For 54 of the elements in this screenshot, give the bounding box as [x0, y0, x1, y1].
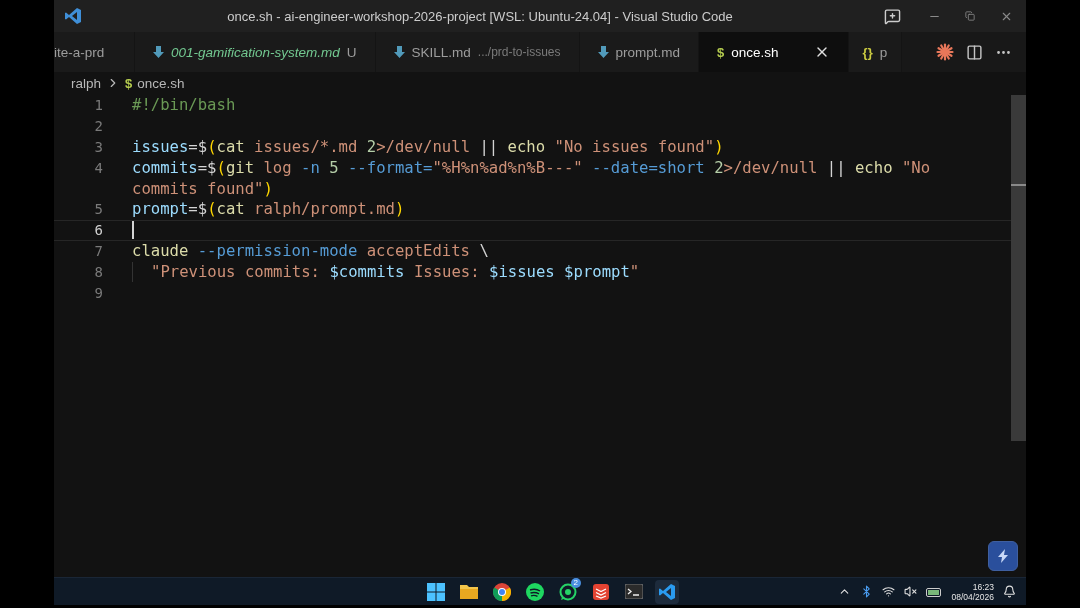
- taskbar-app[interactable]: [654, 579, 679, 604]
- editor-tab[interactable]: $ once.sh: [699, 32, 849, 72]
- clock-time[interactable]: 16:23: [972, 581, 994, 592]
- code-line: claude --permission-mode acceptEdits \: [132, 241, 489, 260]
- line-number: 8: [93, 263, 104, 280]
- vscode-icon: [657, 582, 676, 601]
- markdown-icon: [597, 46, 609, 58]
- git-status-label: U: [346, 44, 357, 60]
- split-editor-icon[interactable]: [966, 43, 983, 61]
- line-number: 6: [93, 222, 104, 239]
- markdown-icon: [153, 46, 164, 58]
- breadcrumb-file[interactable]: once.sh: [137, 75, 185, 91]
- chrome-icon: [492, 582, 511, 601]
- line-number: 2: [93, 118, 104, 135]
- floating-action-button[interactable]: [988, 541, 1018, 571]
- file-type-icon: $: [717, 44, 725, 60]
- folder-icon: [459, 584, 478, 599]
- markdown-icon: [393, 46, 405, 58]
- line-number: 3: [93, 139, 104, 155]
- spotify-icon: [525, 582, 544, 601]
- line-number: 9: [93, 284, 104, 301]
- whatsapp-icon: [558, 582, 577, 601]
- line-number: 1: [93, 97, 104, 114]
- breadcrumb-folder[interactable]: ralph: [71, 75, 102, 91]
- code-line: issues=$(cat issues/*.md 2>/dev/null || echo "No issues found"): [132, 138, 724, 156]
- scrollbar[interactable]: [1011, 95, 1026, 441]
- windows-icon: [426, 582, 445, 601]
- text-cursor: [132, 221, 134, 240]
- clock-date[interactable]: 08/04/2026: [951, 591, 994, 602]
- file-type-icon: $: [125, 75, 133, 91]
- code-line: commits=$(git log -n 5 --format="%H%n%ad%n%B---" --date=short 2>/dev/null || echo "No: [132, 158, 931, 177]
- code-line: "Previous commits: $commits Issues: $issues $prompt": [151, 262, 640, 281]
- stacked-tasks-icon: [592, 583, 609, 600]
- restore-icon[interactable]: [965, 11, 975, 21]
- terminal-icon: [624, 584, 643, 599]
- line-number: 4: [93, 159, 104, 176]
- tab-description: .../prd-to-issues: [477, 45, 561, 59]
- vscode-logo-icon: [64, 7, 82, 25]
- asterisk-icon[interactable]: [936, 43, 954, 61]
- volume-muted-icon[interactable]: [904, 585, 918, 598]
- code-line: commits found"): [132, 179, 273, 198]
- file-type-icon: {}: [862, 44, 873, 60]
- line-number: 7: [93, 242, 104, 259]
- editor-tab[interactable]: ite-a-prd: [54, 32, 135, 72]
- window-title: once.sh - ai-engineer-workshop-2026-project [WSL: Ubuntu-24.04] - Visual Studio Code: [226, 8, 734, 24]
- code-line: #!/bin/bash: [132, 96, 236, 115]
- chat-icon[interactable]: [883, 7, 901, 25]
- code-line: prompt=$(cat ralph/prompt.md): [132, 200, 405, 219]
- notification-bell-icon[interactable]: [1003, 585, 1016, 598]
- notification-badge: 2: [570, 577, 581, 588]
- wifi-icon[interactable]: [882, 585, 896, 598]
- line-number: 5: [93, 201, 104, 218]
- lightning-icon: [995, 548, 1011, 564]
- battery-icon[interactable]: [926, 586, 943, 597]
